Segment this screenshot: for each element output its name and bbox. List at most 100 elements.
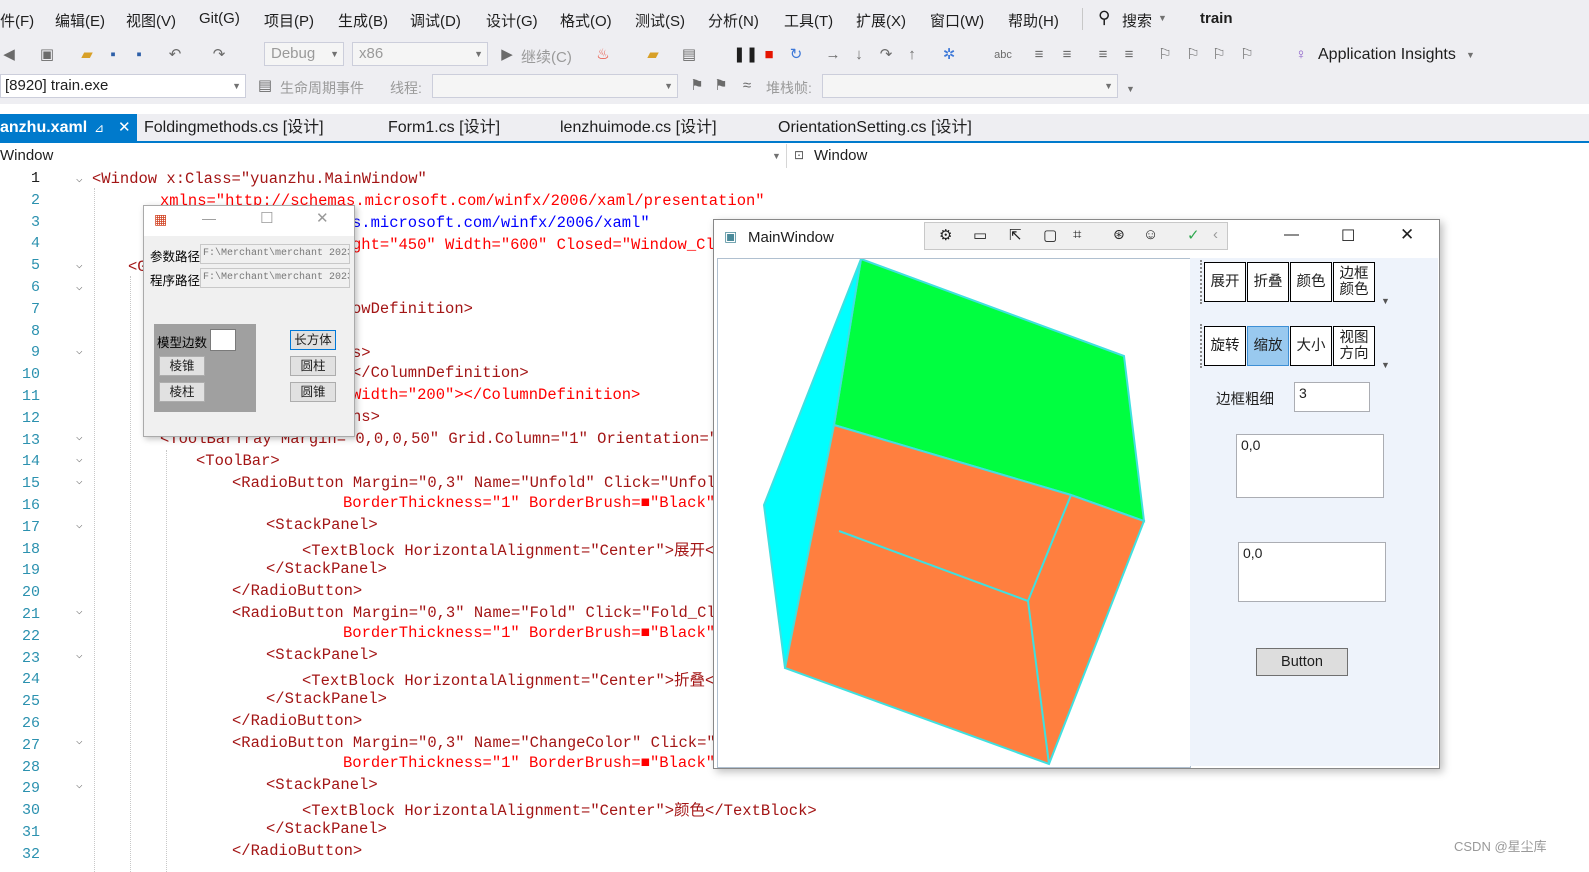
menu-analyze[interactable]: 分析(N) — [708, 10, 759, 31]
binding-icon[interactable]: ⊛ — [1113, 226, 1125, 243]
nav-right-select[interactable]: ⊡ Window — [794, 144, 1589, 168]
menu-git[interactable]: Git(G) — [199, 10, 240, 27]
tab-orientation[interactable]: OrientationSetting.cs [设计] — [778, 114, 972, 142]
step-icon[interactable]: → — [824, 46, 842, 64]
fold-toggle-icon[interactable]: ⌵ — [76, 172, 83, 186]
toolbar-overflow-icon[interactable]: ▼ — [1381, 360, 1390, 370]
fold-toggle-icon[interactable]: ⌵ — [76, 648, 83, 662]
rotate-radio[interactable]: 旋转 — [1204, 326, 1246, 366]
nav-left-select[interactable]: Window ▼ — [0, 144, 787, 168]
lightbulb-icon[interactable]: ♀ — [1292, 46, 1310, 64]
play-icon[interactable]: ▶ — [498, 46, 516, 64]
live-tree-icon[interactable]: ⚙ — [939, 226, 952, 244]
bookmark-prev-icon[interactable]: ⚐ — [1184, 46, 1202, 64]
uncomment-icon[interactable]: ≡ — [1120, 46, 1138, 64]
open-folder-icon[interactable]: ▰ — [78, 46, 96, 64]
border-thickness-input[interactable]: 3 — [1294, 382, 1370, 412]
menu-view[interactable]: 视图(V) — [126, 10, 176, 31]
continue-button[interactable]: 继续(C) — [521, 46, 572, 67]
circular-cone-button[interactable]: 圆锥 — [290, 382, 336, 402]
minimize-icon[interactable]: — — [202, 210, 216, 226]
viewport-3d[interactable] — [717, 257, 1191, 768]
tab-xaml[interactable]: anzhu.xaml ⊿ ✕ — [0, 114, 137, 142]
close-icon[interactable]: ✕ — [316, 209, 329, 227]
pause-icon[interactable]: ❚❚ — [733, 46, 758, 64]
tab-foldingmethods[interactable]: Foldingmethods.cs [设计] — [144, 114, 324, 142]
fold-radio[interactable]: 折叠 — [1247, 262, 1289, 302]
adorners-icon[interactable]: ▢ — [1043, 226, 1057, 244]
menu-tools[interactable]: 工具(T) — [784, 10, 833, 31]
insights-button[interactable]: Application Insights — [1318, 46, 1456, 64]
lifecycle-label[interactable]: 生命周期事件 — [280, 78, 364, 98]
fold-toggle-icon[interactable]: ⌵ — [76, 258, 83, 272]
cuboid-button[interactable]: 长方体 — [290, 330, 336, 350]
menu-test[interactable]: 测试(S) — [635, 10, 685, 31]
program-path-input[interactable]: F:\Merchant\merchant 2023 — [200, 268, 350, 288]
fold-toggle-icon[interactable]: ⌵ — [76, 778, 83, 792]
cone-button[interactable]: 棱锥 — [159, 356, 205, 376]
menu-window[interactable]: 窗口(W) — [930, 10, 984, 31]
step-into-icon[interactable]: ↓ — [850, 46, 868, 64]
flag-all-icon[interactable]: ⚑ — [712, 77, 730, 95]
output-text-2[interactable]: 0,0 — [1238, 542, 1386, 602]
menu-debug[interactable]: 调试(D) — [410, 10, 461, 31]
new-project-icon[interactable]: ▣ — [38, 46, 56, 64]
layout-icon[interactable]: ▤ — [680, 46, 698, 64]
pin-icon[interactable]: ⊿ — [94, 114, 104, 142]
close-icon[interactable]: ✕ — [118, 114, 131, 142]
hot-reload-icon[interactable]: ♨ — [594, 46, 612, 64]
menu-edit[interactable]: 编辑(E) — [55, 10, 105, 31]
menu-project[interactable]: 项目(P) — [264, 10, 314, 31]
folder-icon[interactable]: ▰ — [644, 46, 662, 64]
indent-icon[interactable]: ≡ — [1030, 46, 1048, 64]
config-select[interactable]: Debug ▼ — [264, 42, 344, 66]
fold-toggle-icon[interactable]: ⌵ — [76, 344, 83, 358]
layout-adorner-icon[interactable]: ⌗ — [1073, 226, 1081, 243]
fold-toggle-icon[interactable]: ⌵ — [76, 604, 83, 618]
close-icon[interactable]: ✕ — [1400, 225, 1414, 245]
thread-icon[interactable]: ≈ — [738, 77, 756, 95]
maximize-icon[interactable]: ☐ — [1341, 226, 1355, 246]
menu-help[interactable]: 帮助(H) — [1008, 10, 1059, 31]
restart-icon[interactable]: ↻ — [787, 46, 805, 64]
output-text-1[interactable]: 0,0 — [1236, 434, 1384, 498]
prism-button[interactable]: 棱柱 — [159, 382, 205, 402]
param-path-input[interactable]: F:\Merchant\merchant 2023 — [200, 244, 350, 264]
stop-icon[interactable]: ■ — [760, 46, 778, 64]
select-element-icon[interactable]: ⇱ — [1009, 226, 1022, 244]
step-over-icon[interactable]: ↷ — [877, 46, 895, 64]
view-direction-radio[interactable]: 视图方向 — [1333, 326, 1375, 366]
diagnostics-icon[interactable]: ✲ — [940, 46, 958, 64]
thread-select[interactable]: ▼ — [432, 74, 678, 98]
back-icon[interactable]: ◀ — [0, 46, 18, 64]
comment-icon[interactable]: ≡ — [1094, 46, 1112, 64]
save-all-icon[interactable]: ▪ — [130, 46, 148, 64]
toolbar-overflow-icon[interactable]: ▼ — [1126, 84, 1135, 94]
undo-icon[interactable]: ↶ — [166, 46, 184, 64]
platform-select[interactable]: x86 ▼ — [352, 42, 488, 66]
fold-toggle-icon[interactable]: ⌵ — [76, 452, 83, 466]
cylinder-button[interactable]: 圆柱 — [290, 356, 336, 376]
collapse-icon[interactable]: ‹ — [1213, 226, 1218, 243]
size-radio[interactable]: 大小 — [1290, 326, 1332, 366]
flag-icon[interactable]: ⚑ — [688, 77, 706, 95]
scale-radio[interactable]: 缩放 — [1247, 326, 1289, 366]
fold-toggle-icon[interactable]: ⌵ — [76, 474, 83, 488]
menu-file[interactable]: 件(F) — [0, 10, 34, 31]
tab-lenzhuimode[interactable]: lenzhuimode.cs [设计] — [560, 114, 717, 142]
color-radio[interactable]: 颜色 — [1290, 262, 1332, 302]
accessibility-icon[interactable]: ☺ — [1143, 226, 1158, 243]
action-button[interactable]: Button — [1256, 648, 1348, 676]
fold-toggle-icon[interactable]: ⌵ — [76, 280, 83, 294]
toolbar-overflow-icon[interactable]: ▼ — [1381, 296, 1390, 306]
outdent-icon[interactable]: ≡ — [1058, 46, 1076, 64]
menu-design[interactable]: 设计(G) — [486, 10, 538, 31]
check-icon[interactable]: ✓ — [1187, 226, 1200, 244]
bookmark-icon[interactable]: ⚐ — [1156, 46, 1174, 64]
menu-extensions[interactable]: 扩展(X) — [856, 10, 906, 31]
process-select[interactable]: [8920] train.exe ▼ — [0, 74, 246, 98]
redo-icon[interactable]: ↷ — [210, 46, 228, 64]
model-edges-input[interactable] — [210, 329, 236, 351]
menu-build[interactable]: 生成(B) — [338, 10, 388, 31]
fold-toggle-icon[interactable]: ⌵ — [76, 430, 83, 444]
